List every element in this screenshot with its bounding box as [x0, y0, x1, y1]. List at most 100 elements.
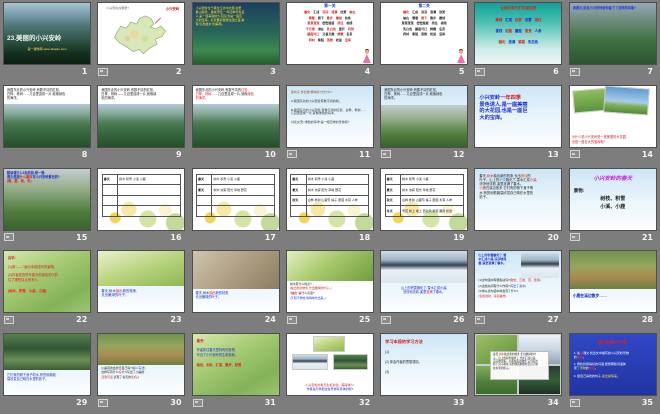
- word-item: 嫩绿: [495, 17, 503, 22]
- animation-indicator-icon[interactable]: [4, 315, 14, 324]
- word-item: 葱葱茏茏: [307, 21, 320, 26]
- slide-thumbnail[interactable]: 春天,树木抽出新的枝条,长出嫩绿的叶子。山上的积雪融化了,雪水汇成小溪,淙淙地流…: [474, 167, 563, 231]
- slide-thumbnail[interactable]: 我国东北的小兴安岭,有数不清的红松、 白桦、栎树……几百里连成一片,就像绿色 的海洋…: [191, 84, 280, 148]
- table-scenery-cell: 树木 积雪 小溪 小鹿: [211, 173, 276, 186]
- slide-number: 24: [264, 315, 276, 325]
- slide-thumbnail[interactable]: 山上的积雪融化了,雪水汇成小溪, 淙淙地流着,溪里涨满了春水。: [380, 250, 469, 314]
- slide-thumbnail[interactable]: 春天: 作者抓住春天里特有的景物, 写出了小兴安岭的生机勃勃。 抽出、长出、汇成、散步…: [191, 333, 280, 397]
- word-item: 融化: [498, 39, 506, 44]
- slide-thumbnail[interactable]: 小兴安岭的春天生机勃勃、美丽诱人! 作者是怎样把这些景物写具体的呢?: [285, 333, 374, 397]
- slide-thumbnail[interactable]: 小兴安岭在哪里? 小兴安岭: [97, 2, 186, 65]
- slide-cell: 第一关 融化 汇成 淙淙 涨满 欣赏 映在 侧着 俯下 散步 嫩绿 枝条 葱葱茏茏 密密层层 挡住 视线 千万缕…: [283, 0, 377, 83]
- slide-text-line: 影子。: [479, 195, 490, 199]
- slide-thumbnail[interactable]: 小鹿在溪边散步……: [568, 250, 657, 314]
- animation-indicator-icon[interactable]: [569, 233, 580, 242]
- animation-indicator-icon[interactable]: [475, 67, 486, 76]
- slide-thumbnail[interactable]: 小兴安岭的春天 景物: 树枝、积雪 小溪、小鹿: [568, 167, 657, 231]
- table-row: [101, 205, 181, 217]
- thumbnail-footer: 26: [380, 313, 468, 326]
- animation-indicator-icon[interactable]: [192, 398, 203, 407]
- table-season-cell: [101, 194, 119, 207]
- animation-indicator-icon[interactable]: [4, 233, 14, 242]
- slide-number: 33: [453, 398, 465, 408]
- animation-indicator-icon[interactable]: [98, 398, 109, 407]
- animation-indicator-icon[interactable]: [569, 67, 580, 76]
- slide-text-line: 着,溪里涨满了春水。: [478, 261, 507, 266]
- slide-thumbnail[interactable]: 小鹿真的会欣赏自己吗?(拟人写法) 这样写有什么好处?(写出了小鹿的 活泼可爱,表现…: [97, 333, 186, 397]
- word-item: 松脂: [505, 28, 513, 33]
- animation-indicator-icon[interactable]: [569, 150, 580, 159]
- word-item: 乳白色: [528, 39, 539, 44]
- slide-thumbnail[interactable]: 山上的积雪融化了,雪 水汇成小溪,淙淙地流 着,溪里涨满了春水。 (1)这句话中有哪些…: [474, 250, 563, 314]
- thumbnail-footer: 13: [474, 148, 562, 161]
- word-item: 宝库: [439, 32, 446, 37]
- slide-thumbnail[interactable]: 我国东北的小兴安岭,有数不清的红松、 白桦、栎树……几百里连成一片,就像绿色 的海洋…: [380, 84, 469, 148]
- slide-thumbnail[interactable]: 我们的学习方法 1. 先读课文,找出文中描写的小兴安岭景物 的特点。 2. 再找找用得…: [568, 333, 657, 397]
- slide-thumbnail[interactable]: 我国东北的小兴安岭,有数不清的红松、 白桦、栎树……几百里连成一片,就像绿色 的海洋…: [3, 84, 91, 148]
- thumbnail-footer: 24: [192, 313, 280, 326]
- animation-indicator-icon[interactable]: [98, 67, 109, 76]
- slide-thumbnail[interactable]: 春天,树木抽出新的枝条, 长出嫩绿的叶子。: [191, 250, 280, 314]
- slide-thumbnail[interactable]: 树木有什么特点? (抽出新的枝条,长出嫩绿的叶子。) “抽出”是什么意思? (不知不觉…: [285, 250, 374, 314]
- slide-thumbnail[interactable]: 读句子,作比较:哪句好?为什么? A.我国东北的小兴安岭有数不清的树。 B.我国东北…: [285, 84, 374, 148]
- word-item: 松鼠: [335, 37, 342, 42]
- animation-indicator-icon[interactable]: [475, 315, 486, 324]
- slide-thumbnail[interactable]: 小兴安岭位于黑龙江省中北部,这里 群山起伏、森林茂密,一年四季景色宜 人,是一座美丽…: [191, 2, 280, 65]
- slide-number: 30: [170, 398, 182, 408]
- thumbnail-footer: 33: [380, 396, 468, 409]
- animation-indicator-icon[interactable]: [569, 398, 580, 407]
- slide-cell: 山上的积雪融化了,雪 水汇成小溪,淙淙地流 着,溪里涨满了春水。 (1)这句话中有哪些…: [471, 248, 565, 331]
- table-scenery-cell: [117, 205, 181, 217]
- animation-indicator-icon[interactable]: [286, 150, 297, 159]
- slide-cell: 春天 树木 积雪 小溪 小鹿 夏天 树木 浓雾 阳光 草地 野花 秋天 白桦 栎树 山葡萄…: [377, 166, 471, 249]
- slide-thumbnail[interactable]: 它们有的俯下身子喝水,有的侧着脑 袋欣赏自己映在水里的影子。: [3, 333, 91, 397]
- thumbnail-footer: 23: [97, 313, 185, 326]
- slide-thumbnail[interactable]: 23.美丽的小兴安岭 第一课件网 www.1kejian.com: [3, 2, 91, 65]
- slide-thumbnail[interactable]: 春天 树木 积雪 小溪 小鹿 夏天 树木 浓雾 阳光 草地 野花 秋天 白桦 栎树 山葡萄…: [285, 167, 374, 231]
- slide-number: 13: [547, 149, 559, 159]
- slide-text-line: 学习本段的学习方法: [385, 339, 423, 345]
- table-scenery-cell: [117, 184, 181, 196]
- slide-thumbnail[interactable]: 春天 树木 积雪 小溪 小鹿: [97, 167, 186, 231]
- slide-thumbnail[interactable]: 为什么说小兴安岭是一座美丽的大花园, 也是一座巨大的宝库呢?: [568, 84, 657, 148]
- word-item: 葱葱茏茏: [401, 21, 414, 26]
- slide-thumbnail[interactable]: 春天,树木抽出新的枝条,长出嫩绿的叶子。山上的积雪融化了,雪水汇成小溪,淙淙地流…: [474, 333, 563, 397]
- slide-thumbnail[interactable]: 默读课文2-5自然段,想一想: 课文是按什么顺序写小兴安岭景色的? (春、夏、秋、冬…: [3, 167, 91, 231]
- slide-text-line: (2)这些动词有什么作用?(写出了春水): [478, 284, 559, 289]
- animation-indicator-icon[interactable]: [286, 315, 297, 324]
- slide-photo: [98, 104, 185, 147]
- slide-thumbnail[interactable]: 自学: (1)用“——”画出本段描写的景物。 (2)作者是怎样写春天的景色的?(抓住…: [3, 250, 91, 314]
- slide-text-line: 住了哪些特点来写?): [8, 278, 38, 283]
- slide-text-line: 第一课件网 www.1kejian.com: [27, 47, 67, 52]
- slide-number: 2: [175, 67, 182, 76]
- slide-cell: 树木有什么特点? (抽出新的枝条,长出嫩绿的叶子。) “抽出”是什么意思? (不知不觉…: [283, 248, 377, 331]
- slide-text-segment: 绿色: [247, 91, 254, 96]
- slide-cell: 小兴安岭的春天生机勃勃、美丽诱人! 作者是怎样把这些景物写具体的呢? 32: [283, 331, 377, 414]
- slide-thumbnail[interactable]: 读课文,说说小兴安岭给你留下了怎样的印象?: [568, 2, 657, 65]
- slide-thumbnail[interactable]: 我国东北的小兴安岭,有数不清的红松、 白桦、栎树——几百里连成一片,就像绿 色的海洋…: [97, 84, 186, 148]
- slide-thumbnail[interactable]: 让我们和它们交朋友吧 嫩绿 汇成 欣赏 浓雾 挡住 视线 松脂 蘑菇 葱茏 人参 融化 涨满 紫貂 乳白色: [474, 2, 563, 65]
- slide-thumbnail[interactable]: 学习本段的学习方法 (1) (2) 体会作者的思想感情。 (3): [380, 333, 469, 397]
- slide-text-line: 大的宝库。: [479, 115, 506, 122]
- table-row: 秋天 白桦 栎树 山葡萄 榛子 蘑菇 木耳 人参: [290, 194, 370, 207]
- animation-indicator-icon[interactable]: [381, 150, 392, 159]
- slide-thumbnail[interactable]: 第二关 融化 汇成 淙淙 涨满 欣赏 映在 侧着 俯下 散步 嫩绿 葱葱茏茏 密密层层 挡住 视线 乳白色 酸甜…: [380, 2, 469, 65]
- word-item: 淙淙: [322, 10, 329, 15]
- slide-text-block: 小兴安岭的春天生机勃勃、美丽诱人! 作者是怎样把这些景物写具体的呢?: [289, 384, 371, 392]
- word-item: 密密层层: [322, 21, 335, 26]
- slide-thumbnail[interactable]: 第一关 融化 汇成 淙淙 涨满 欣赏 映在 侧着 俯下 散步 嫩绿 枝条 葱葱茏茏 密密层层 挡住 视线 千万缕…: [285, 2, 374, 65]
- slide-thumbnail[interactable]: 春天 树木 积雪 小溪 小鹿 夏天 树木 浓雾 阳光 草地 野花: [191, 167, 280, 231]
- slide-thumbnail[interactable]: 小兴安岭一年四季 景色诱人,是一座美丽 的大花园,也是一座巨 大的宝库。: [474, 84, 563, 148]
- season-scenery-table: 春天 树木 积雪 小溪 小鹿: [101, 173, 181, 217]
- word-item: 融化: [304, 10, 311, 15]
- slide-number: 22: [76, 315, 88, 325]
- word-row: 酸甜可口 又香又脆 鲜嫩 名贵: [287, 32, 373, 36]
- slide-thumbnail[interactable]: 春天 树木 积雪 小溪 小鹿 夏天 树木 浓雾 阳光 草地 野花 秋天 白桦 栎树 山葡萄…: [380, 167, 469, 231]
- animation-indicator-icon[interactable]: [381, 315, 392, 324]
- slide-number: 32: [359, 398, 371, 408]
- word-item: 浓雾: [524, 17, 532, 22]
- word-item: 宝库: [344, 37, 351, 42]
- table-season-cell: 春天: [384, 173, 402, 186]
- word-item: 紫貂: [412, 32, 419, 37]
- slide-thumbnail[interactable]: 春天,树木抽出新的枝条, 长出嫩绿的叶子。: [97, 250, 186, 314]
